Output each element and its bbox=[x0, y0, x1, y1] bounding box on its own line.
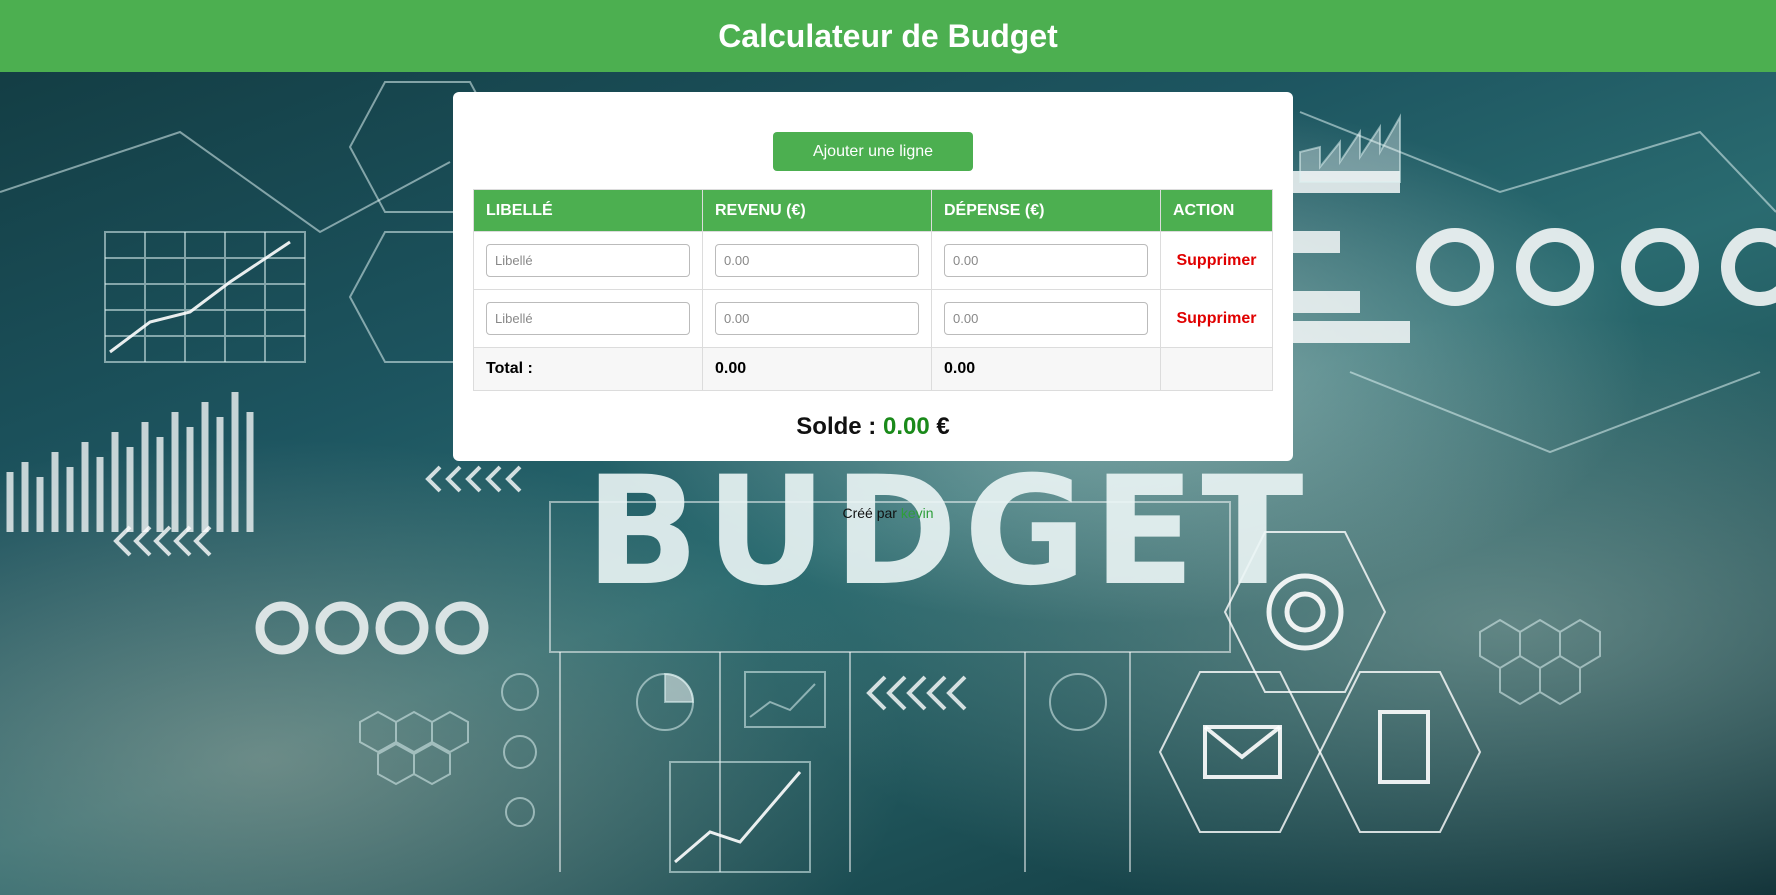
table-header-row: LIBELLÉ REVENU (€) DÉPENSE (€) ACTION bbox=[473, 189, 1273, 232]
expense-input[interactable] bbox=[944, 244, 1148, 277]
footer-prefix: Créé par bbox=[842, 505, 897, 521]
balance-display: Solde : 0.00 € bbox=[473, 413, 1273, 441]
expense-input[interactable] bbox=[944, 302, 1148, 335]
column-header-label: LIBELLÉ bbox=[473, 189, 703, 232]
table-row: Supprimer bbox=[473, 289, 1273, 348]
revenue-cell bbox=[702, 231, 932, 290]
total-action-empty bbox=[1160, 347, 1273, 391]
background-budget-word: BUDGET bbox=[585, 445, 1310, 619]
revenue-input[interactable] bbox=[715, 302, 919, 335]
add-row-button[interactable]: Ajouter une ligne bbox=[773, 132, 973, 171]
column-header-action: ACTION bbox=[1160, 189, 1273, 232]
total-expense: 0.00 bbox=[931, 347, 1161, 391]
label-input[interactable] bbox=[486, 302, 690, 335]
balance-label: Solde : bbox=[796, 413, 877, 440]
action-cell: Supprimer bbox=[1160, 231, 1273, 290]
delete-row-button[interactable]: Supprimer bbox=[1173, 252, 1260, 270]
budget-table: LIBELLÉ REVENU (€) DÉPENSE (€) ACTION Su… bbox=[473, 189, 1273, 391]
page-title: Calculateur de Budget bbox=[718, 17, 1058, 54]
expense-cell bbox=[931, 231, 1161, 290]
label-cell bbox=[473, 289, 703, 348]
label-input[interactable] bbox=[486, 244, 690, 277]
balance-value: 0.00 bbox=[882, 413, 930, 440]
revenue-input[interactable] bbox=[715, 244, 919, 277]
app-header: Calculateur de Budget bbox=[0, 0, 1776, 72]
expense-cell bbox=[931, 289, 1161, 348]
revenue-cell bbox=[702, 289, 932, 348]
delete-row-button[interactable]: Supprimer bbox=[1173, 310, 1260, 328]
footer-author-link[interactable]: kevin bbox=[901, 505, 934, 521]
footer-credit: Créé par kevin bbox=[0, 505, 1776, 521]
column-header-expense: DÉPENSE (€) bbox=[931, 189, 1161, 232]
column-header-revenue: REVENU (€) bbox=[702, 189, 932, 232]
action-cell: Supprimer bbox=[1160, 289, 1273, 348]
total-label: Total : bbox=[473, 347, 703, 391]
budget-card: Ajouter une ligne LIBELLÉ REVENU (€) DÉP… bbox=[453, 92, 1293, 461]
total-revenue: 0.00 bbox=[702, 347, 932, 391]
label-cell bbox=[473, 231, 703, 290]
table-row: Supprimer bbox=[473, 231, 1273, 290]
balance-currency: € bbox=[936, 413, 950, 440]
total-row: Total : 0.00 0.00 bbox=[473, 347, 1273, 391]
